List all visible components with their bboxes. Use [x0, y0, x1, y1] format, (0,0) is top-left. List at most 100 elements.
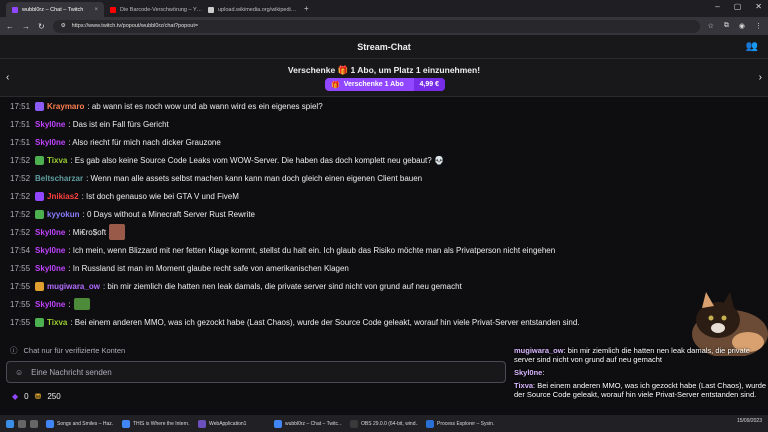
chat-message: 17:52 Beltscharzar: Wenn man alle assets … [10, 169, 768, 187]
extensions-icon[interactable]: ⧉ [724, 22, 729, 30]
site-info-icon[interactable]: ⚙ [61, 23, 66, 29]
task-view-icon[interactable] [30, 419, 38, 428]
info-icon: ⓘ [10, 345, 18, 355]
message-username[interactable]: Skyl0ne [35, 228, 65, 237]
taskbar-app[interactable]: Process Explorer – Sysin… [422, 416, 494, 431]
tab-title: upload.wikimedia.org/wikipedi… [218, 6, 297, 13]
message-timestamp: 17:52 [10, 191, 31, 201]
message-username[interactable]: Beltscharzar [35, 174, 83, 183]
taskbar-app-icon [46, 419, 54, 428]
message-text: : 0 Days without a Minecraft Server Rust… [82, 209, 256, 219]
overlay-text: : Bei einem anderen MMO, was ich gezockt… [514, 381, 767, 399]
overlay-username: Skyl0ne [514, 368, 543, 377]
url-text: https://www.twitch.tv/popout/wubbl0rz/ch… [71, 23, 199, 29]
start-icon[interactable] [6, 419, 14, 428]
chat-message-list[interactable]: 17:51 Kraymaro: ab wann ist es noch wow u… [0, 97, 768, 340]
search-icon[interactable] [18, 419, 26, 428]
message-username[interactable]: Tixva [47, 156, 67, 165]
gift-sub-button[interactable]: 🎁 Verschenke 1 Abo 4,99 € [325, 78, 445, 91]
message-username[interactable]: Skyl0ne [35, 138, 65, 147]
message-timestamp: 17:55 [10, 317, 31, 327]
user-badge-icon[interactable] [35, 155, 45, 165]
taskbar-clock: 15/09/2023 [736, 418, 762, 424]
gift-title: Verschenke 🎁 1 Abo, um Platz 1 einzunehm… [287, 65, 481, 75]
taskbar-items: Songs and Smiles – Haz… THIS is Where the… [42, 416, 494, 431]
message-username[interactable]: Skyl0ne [35, 300, 65, 309]
bits-icon[interactable]: ◆ [12, 392, 18, 401]
chat-message: 17:52 Skyl0ne: Mi€ro$oft [10, 223, 768, 241]
tab-favicon-icon [208, 6, 214, 13]
message-text: : Mi€ro$oft [68, 227, 107, 237]
reload-icon[interactable]: ↻ [38, 22, 45, 31]
taskbar-app[interactable]: Songs and Smiles – Haz… [42, 416, 114, 431]
message-text: : bin mir ziemlich die hatten nen leak d… [102, 281, 462, 291]
bits-count: 0 [24, 392, 29, 401]
message-text: : Bei einem anderen MMO, was ich gezockt… [70, 317, 580, 327]
chat-input[interactable]: ☺ Eine Nachricht senden [6, 361, 506, 383]
user-badge-icon[interactable] [35, 101, 45, 111]
taskbar-app-icon [274, 419, 282, 428]
browser-tab[interactable]: upload.wikimedia.org/wikipedi…× [202, 2, 300, 17]
browser-tab[interactable]: Die Barcode-Verschwörung – Y…× [104, 2, 202, 17]
chat-message: 17:55 Skyl0ne: In Russland ist man im Mom… [10, 259, 768, 277]
profile-icon[interactable]: ◉ [739, 22, 745, 30]
message-username[interactable]: Skyl0ne [35, 264, 65, 273]
chevron-right-icon[interactable]: › [759, 72, 762, 83]
user-badge-icon[interactable] [35, 209, 45, 219]
new-tab-icon[interactable]: + [304, 4, 309, 13]
browser-tab-bar: wubbl0rz – Chat – Twitch × Die Barcode-Ver… [0, 0, 768, 17]
message-username[interactable]: Tixva [47, 318, 67, 327]
message-timestamp: 17:51 [10, 137, 31, 147]
maximize-icon[interactable]: ▢ [734, 2, 742, 11]
message-text: : In Russland ist man im Moment glaube r… [68, 263, 349, 273]
chevron-left-icon[interactable]: ‹ [6, 72, 9, 83]
minimize-icon[interactable]: – [715, 2, 719, 11]
emote-image[interactable] [109, 224, 126, 240]
emote-picker-icon[interactable]: ☺ [15, 368, 23, 377]
message-timestamp: 17:52 [10, 227, 31, 237]
message-timestamp: 17:51 [10, 101, 31, 111]
verified-note-text: Chat nur für verifizierte Konten [23, 345, 126, 355]
message-username[interactable]: kyyokun [47, 210, 79, 219]
chat-message: 17:52 Tixva: Es gab also keine Source Cod… [10, 151, 768, 169]
url-field[interactable]: ⚙ https://www.twitch.tv/popout/wubbl0rz/… [52, 19, 700, 33]
points-icon[interactable]: ⛃ [35, 392, 42, 401]
bookmark-star-icon[interactable]: ☆ [708, 22, 714, 30]
tab-title: Die Barcode-Verschwörung – Y… [120, 6, 202, 13]
chat-message: 17:54 Skyl0ne: Ich mein, wenn Blizzard mi… [10, 241, 768, 259]
overlay-message: Skyl0ne: [514, 368, 768, 377]
taskbar-app[interactable]: wubbl0rz – Chat – Twitc… [270, 416, 342, 431]
taskbar-app[interactable]: THIS is Where the Intern… [118, 416, 190, 431]
message-username[interactable]: Kraymaro [47, 102, 84, 111]
taskbar-app[interactable]: OBS 29.0.0 (64-bit, wind… [346, 416, 418, 431]
taskbar-app-icon [426, 419, 434, 428]
pepe-emote-image[interactable] [73, 298, 90, 310]
close-window-icon[interactable]: ✕ [755, 2, 762, 11]
user-badge-icon[interactable] [35, 281, 45, 291]
gift-icon: 🎁 [331, 81, 340, 89]
message-username[interactable]: mugiwara_ow [47, 282, 100, 291]
chat-header: Stream-Chat 👥 [0, 35, 768, 59]
address-bar-row: ← → ↻ ⚙ https://www.twitch.tv/popout/wub… [0, 17, 768, 35]
browser-tab[interactable]: wubbl0rz – Chat – Twitch × [6, 2, 104, 17]
taskbar-app[interactable]: WebApplication1 [194, 416, 266, 431]
message-username[interactable]: Skyl0ne [35, 246, 65, 255]
back-icon[interactable]: ← [6, 22, 14, 31]
message-timestamp: 17:55 [10, 281, 31, 291]
message-text: : Wenn man alle assets selbst machen kan… [86, 173, 423, 183]
gift-price: 4,99 € [413, 78, 445, 91]
message-username[interactable]: Skyl0ne [35, 120, 65, 129]
tab-close-icon[interactable]: × [94, 7, 98, 13]
taskbar-app-label: Songs and Smiles – Haz… [57, 420, 114, 427]
user-badge-icon[interactable] [35, 191, 45, 201]
gift-sub-banner: Verschenke 🎁 1 Abo, um Platz 1 einzunehm… [0, 59, 768, 97]
chat-title: Stream-Chat [357, 41, 411, 52]
forward-icon[interactable]: → [22, 22, 30, 31]
taskbar-app-icon [122, 419, 130, 428]
community-icon[interactable]: 👥 [746, 41, 758, 52]
menu-icon[interactable]: ⋮ [755, 22, 762, 30]
message-username[interactable]: Jnikias2 [47, 192, 79, 201]
channel-points: ◆ 0 ⛃ 250 [12, 392, 61, 401]
user-badge-icon[interactable] [35, 317, 45, 327]
message-timestamp: 17:52 [10, 209, 31, 219]
